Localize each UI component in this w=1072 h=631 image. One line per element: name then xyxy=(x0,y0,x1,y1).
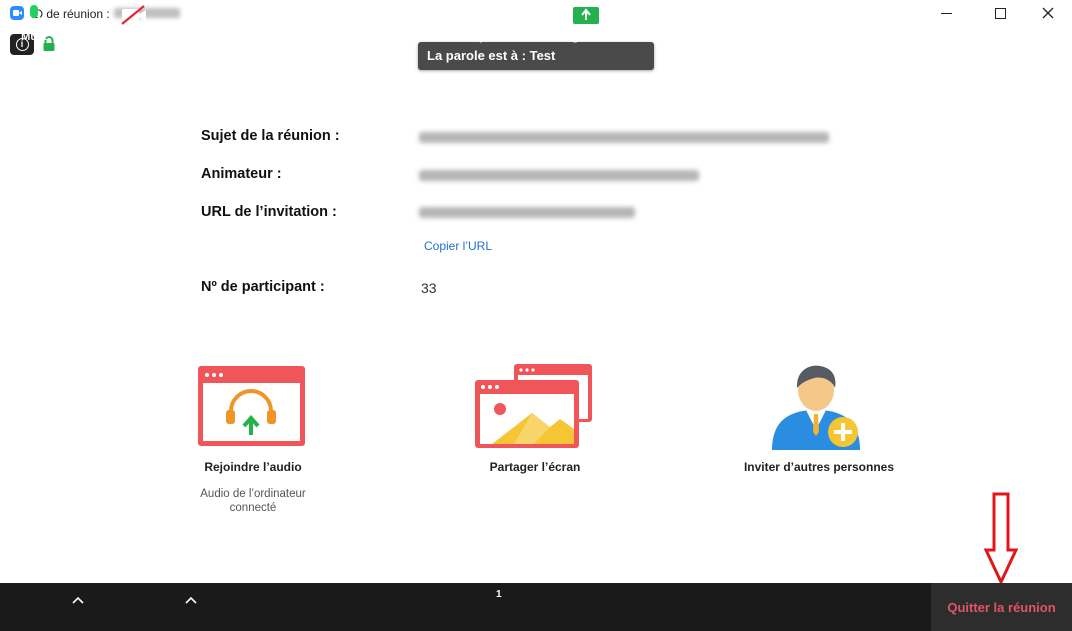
chat-button[interactable]: Converser xyxy=(642,0,704,48)
share-screen-icon xyxy=(573,7,599,24)
audio-status: Audio de l’ordinateur connecté xyxy=(183,487,323,515)
invite-label: Inviter xyxy=(364,31,398,43)
close-icon xyxy=(1042,7,1054,19)
participants-count-badge: 1 xyxy=(496,589,502,600)
join-audio-label[interactable]: Rejoindre l’audio xyxy=(183,460,323,474)
chat-label: Converser xyxy=(645,31,701,43)
audio-options-chevron-up-icon[interactable] xyxy=(72,596,84,604)
participants-button[interactable]: Participants xyxy=(440,0,514,48)
copy-url-link[interactable]: Copier l’URL xyxy=(424,239,492,253)
meeting-toolbar xyxy=(0,583,1072,631)
arrow-down-icon xyxy=(984,492,1018,584)
invite-url-redacted xyxy=(419,207,635,218)
invite-button[interactable]: Inviter xyxy=(356,0,406,48)
join-audio-button[interactable] xyxy=(197,365,307,449)
mute-label: Muet xyxy=(21,31,47,43)
invite-others-label[interactable]: Inviter d’autres personnes xyxy=(730,460,908,474)
audio-status-line2: connecté xyxy=(229,502,277,514)
chat-bubble-icon xyxy=(661,6,685,25)
add-user-icon xyxy=(369,6,394,24)
audio-status-line1: Audio de l’ordinateur xyxy=(200,488,306,500)
leave-meeting-button[interactable]: Quitter la réunion xyxy=(931,583,1072,631)
participant-number-value: 33 xyxy=(421,280,437,296)
microphone-icon xyxy=(27,5,41,25)
host-value-redacted xyxy=(419,170,699,181)
maximize-button[interactable] xyxy=(985,2,1015,24)
participants-label: Participants xyxy=(445,31,509,43)
share-screen-toolbar-button[interactable]: Partager l’écran xyxy=(540,0,632,48)
maximize-icon xyxy=(994,7,1006,19)
minimize-icon xyxy=(940,12,952,14)
invite-others-button[interactable] xyxy=(770,360,864,454)
share-screen-toolbar-label: Partager l’écran xyxy=(544,31,628,43)
video-off-icon xyxy=(121,5,146,25)
record-button[interactable]: Enregistrer xyxy=(716,0,782,48)
mute-button[interactable]: Muet xyxy=(14,0,54,48)
start-video-label: Démarrer vidéo xyxy=(93,31,175,43)
topic-label: Sujet de la réunion : xyxy=(201,128,340,144)
start-video-button[interactable]: Démarrer vidéo xyxy=(86,0,182,48)
video-options-chevron-up-icon[interactable] xyxy=(185,596,197,604)
participant-number-label: Nº de participant : xyxy=(201,279,325,295)
share-screen-button[interactable] xyxy=(474,363,594,451)
share-screen-label[interactable]: Partager l’écran xyxy=(462,460,608,474)
invite-url-label: URL de l’invitation : xyxy=(201,204,337,220)
host-label: Animateur : xyxy=(201,166,282,182)
participants-icon xyxy=(464,6,491,24)
minimize-button[interactable] xyxy=(931,2,961,24)
record-label: Enregistrer xyxy=(719,31,779,43)
close-button[interactable] xyxy=(1033,2,1063,24)
topic-value-redacted xyxy=(419,132,829,143)
record-icon xyxy=(738,4,760,26)
